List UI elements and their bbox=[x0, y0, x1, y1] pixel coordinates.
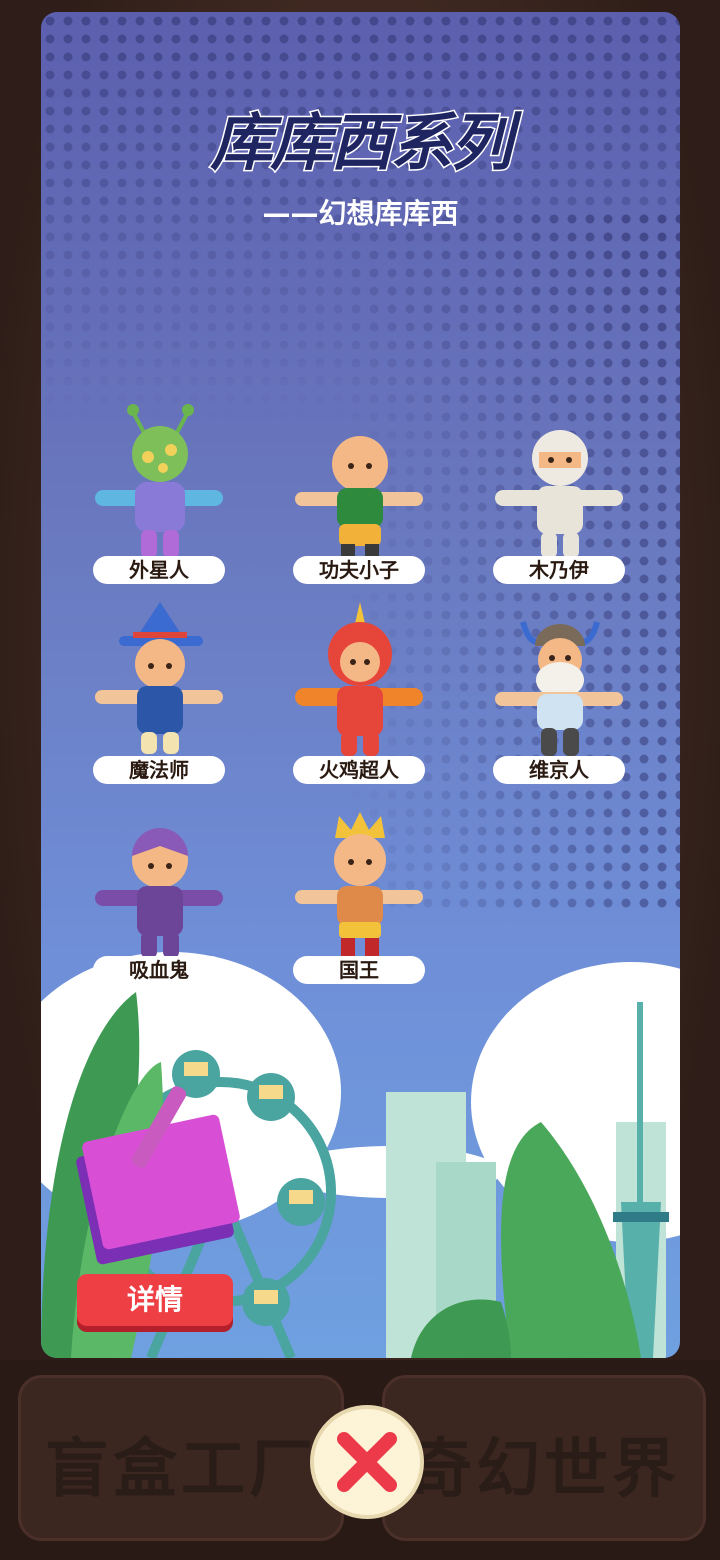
viking-figure-icon bbox=[495, 621, 623, 756]
character-card-vampire[interactable]: 吸血鬼 bbox=[93, 802, 227, 1002]
character-card-mummy[interactable]: 木乃伊 bbox=[493, 402, 627, 602]
vampire-figure-icon bbox=[95, 828, 223, 958]
character-name: 火鸡超人 bbox=[293, 756, 425, 784]
character-card-wizard[interactable]: 魔法师 bbox=[93, 602, 227, 802]
character-card-turkey-hero[interactable]: 火鸡超人 bbox=[293, 602, 427, 802]
mummy-figure-icon bbox=[495, 430, 623, 558]
close-button[interactable] bbox=[310, 1405, 424, 1519]
character-name: 功夫小子 bbox=[293, 556, 425, 584]
bg-button-label: 盲盒工厂 bbox=[45, 1433, 317, 1507]
character-card-viking[interactable]: 维京人 bbox=[493, 602, 627, 802]
wizard-figure-icon bbox=[95, 602, 223, 754]
turkey-hero-figure-icon bbox=[295, 602, 423, 756]
bg-blindbox-factory-button: 盲盒工厂 bbox=[18, 1375, 344, 1541]
kungfu-kid-figure-icon bbox=[295, 436, 423, 558]
series-panel: 库库西系列 ——幻想库库西 外星人 功夫小子 木乃伊 魔法师 火鸡超人 维京人 … bbox=[41, 12, 680, 1358]
bg-fantasy-world-button: 奇幻世界 bbox=[382, 1375, 706, 1541]
bg-button-label: 奇幻世界 bbox=[408, 1433, 680, 1507]
character-name: 国王 bbox=[293, 956, 425, 984]
character-name: 外星人 bbox=[93, 556, 225, 584]
character-name: 维京人 bbox=[493, 756, 625, 784]
series-subtitle: ——幻想库库西 bbox=[262, 197, 459, 230]
character-card-alien[interactable]: 外星人 bbox=[93, 402, 227, 602]
king-figure-icon bbox=[295, 812, 423, 958]
character-name: 吸血鬼 bbox=[93, 956, 225, 984]
character-name: 魔法师 bbox=[93, 756, 225, 784]
alien-figure-icon bbox=[95, 404, 223, 558]
close-x-icon bbox=[337, 1432, 397, 1492]
character-card-kungfu-kid[interactable]: 功夫小子 bbox=[293, 402, 427, 602]
character-card-king[interactable]: 国王 bbox=[293, 802, 427, 1002]
detail-button[interactable]: 详情 bbox=[77, 1274, 233, 1326]
character-name: 木乃伊 bbox=[493, 556, 625, 584]
series-title: 库库西系列 bbox=[209, 105, 514, 181]
